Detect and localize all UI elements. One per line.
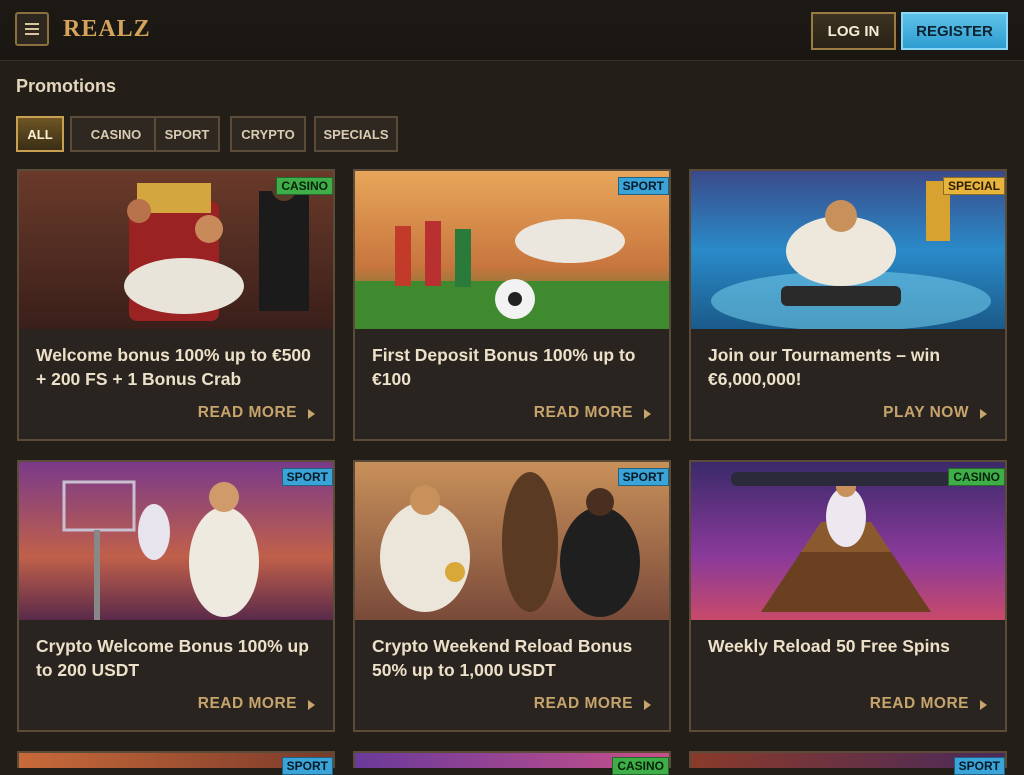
badge-sport: SPORT <box>617 468 669 486</box>
badge-casino: CASINO <box>612 757 669 775</box>
hamburger-icon <box>25 28 39 30</box>
filter-all[interactable]: ALL <box>16 116 64 152</box>
realz-logo[interactable]: REALZ <box>63 16 151 43</box>
promo-card[interactable]: SPORT <box>17 751 335 775</box>
chevron-right-icon <box>308 409 315 419</box>
badge-sport: SPORT <box>281 757 333 775</box>
promo-card[interactable]: SPORT First Deposit Bonus 100% up to €10… <box>353 169 671 441</box>
promo-card[interactable]: SPORT Crypto Weekend Reload Bonus 50% up… <box>353 460 671 732</box>
promo-title: First Deposit Bonus 100% up to €100 <box>372 345 636 389</box>
filter-crypto[interactable]: CRYPTO <box>230 116 306 152</box>
filter-casino[interactable]: CASINO <box>70 116 162 152</box>
promo-title: Join our Tournaments – win €6,000,000! <box>708 345 941 389</box>
chevron-right-icon <box>644 409 651 419</box>
promo-card[interactable]: SPORT Crypto Welcome Bonus 100% up to 20… <box>17 460 335 732</box>
promo-card[interactable]: CASINO Welcome bonus 100% up to €500 + 2… <box>17 169 335 441</box>
chevron-right-icon <box>980 700 987 710</box>
read-more-link[interactable]: READ MORE <box>534 695 633 713</box>
promo-title: Crypto Welcome Bonus 100% up to 200 USDT <box>36 636 309 680</box>
badge-sport: SPORT <box>953 757 1005 775</box>
top-header: REALZ LOG IN REGISTER <box>0 0 1024 61</box>
read-more-link[interactable]: READ MORE <box>534 404 633 422</box>
promo-card[interactable]: CASINO Weekly Reload 50 Free Spins READ … <box>689 460 1007 732</box>
filter-specials[interactable]: SPECIALS <box>314 116 398 152</box>
badge-sport: SPORT <box>281 468 333 486</box>
badge-casino: CASINO <box>276 177 333 195</box>
promo-card[interactable]: CASINO <box>353 751 671 775</box>
promo-title: Welcome bonus 100% up to €500 + 200 FS +… <box>36 345 311 389</box>
page-title: Promotions <box>16 76 117 96</box>
promo-title: Crypto Weekend Reload Bonus 50% up to 1,… <box>372 636 633 680</box>
chevron-right-icon <box>644 700 651 710</box>
chevron-right-icon <box>308 700 315 710</box>
read-more-link[interactable]: READ MORE <box>870 695 969 713</box>
chevron-right-icon <box>980 409 987 419</box>
badge-casino: CASINO <box>948 468 1005 486</box>
read-more-link[interactable]: READ MORE <box>198 695 297 713</box>
promo-card[interactable]: SPORT <box>689 751 1007 775</box>
promo-title: Weekly Reload 50 Free Spins <box>708 636 950 656</box>
login-button[interactable]: LOG IN <box>811 12 896 50</box>
badge-sport: SPORT <box>617 177 669 195</box>
read-more-link[interactable]: READ MORE <box>198 404 297 422</box>
badge-special: SPECIAL <box>942 177 1005 195</box>
promo-card[interactable]: SPECIAL Join our Tournaments – win €6,00… <box>689 169 1007 441</box>
register-button[interactable]: REGISTER <box>901 12 1008 50</box>
play-now-link[interactable]: PLAY NOW <box>883 404 969 422</box>
hamburger-menu-button[interactable] <box>15 12 49 46</box>
filter-sport[interactable]: SPORT <box>154 116 220 152</box>
